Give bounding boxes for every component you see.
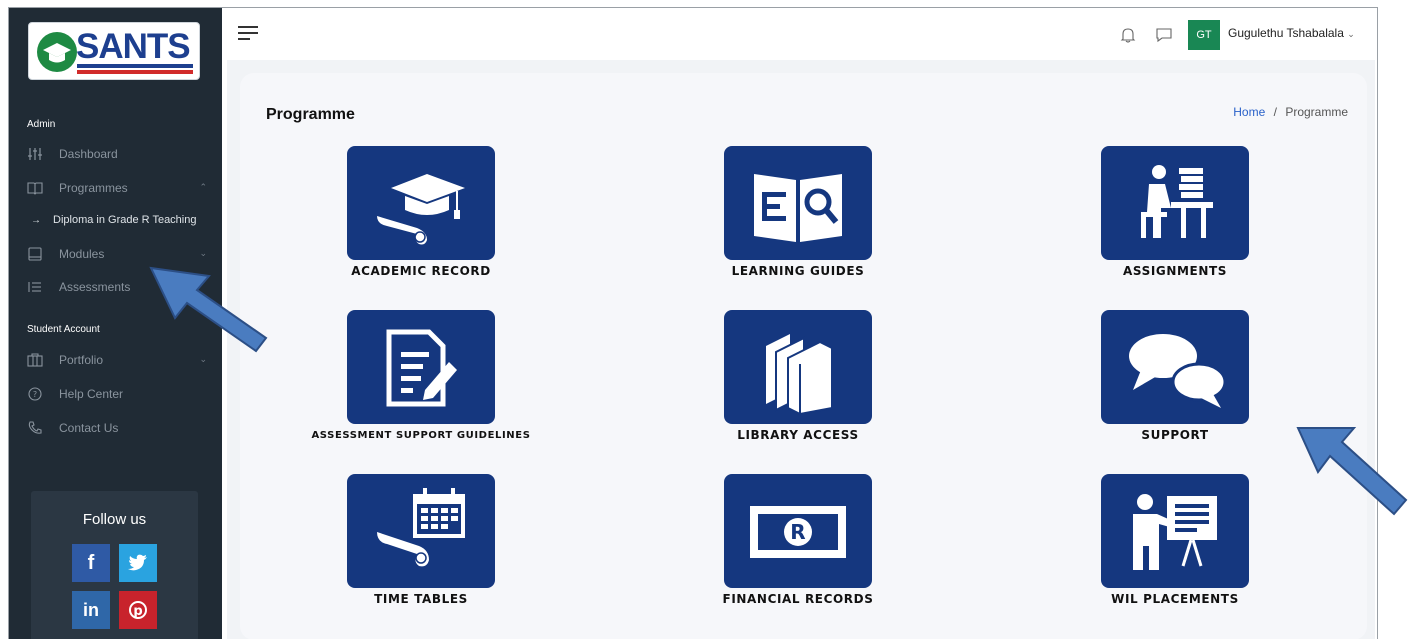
- tile-time-tables[interactable]: [347, 474, 495, 588]
- admin-section-title: Admin: [27, 119, 56, 130]
- tile-label-learning-guides[interactable]: LEARNING GUIDES: [668, 265, 928, 278]
- tile-library-access[interactable]: [724, 310, 872, 424]
- document-pen-icon: [386, 329, 457, 407]
- tile-support[interactable]: [1101, 310, 1249, 424]
- chevron-up-icon: ⌃: [199, 182, 207, 192]
- chat-bubbles-icon: [1129, 334, 1227, 408]
- avatar[interactable]: GT: [1188, 20, 1220, 50]
- logo-slogan: [77, 70, 193, 74]
- breadcrumb: Home / Programme: [1233, 105, 1348, 119]
- svg-text:p: p: [133, 604, 142, 619]
- tile-financial-records[interactable]: R: [724, 474, 872, 588]
- student-section-title: Student Account: [27, 324, 100, 335]
- twitter-icon[interactable]: [119, 544, 157, 582]
- page-title: Programme: [266, 106, 355, 123]
- sidebar-item-label: Assessments: [59, 280, 131, 294]
- menu-toggle-icon[interactable]: [238, 26, 258, 40]
- linkedin-icon[interactable]: in: [72, 591, 110, 629]
- svg-text:?: ?: [33, 390, 37, 399]
- tile-label-library-access[interactable]: LIBRARY ACCESS: [668, 429, 928, 442]
- breadcrumb-home-link[interactable]: Home: [1233, 105, 1265, 119]
- chevron-down-icon: ⌄: [199, 354, 207, 364]
- tile-assessment-support-guidelines[interactable]: [347, 310, 495, 424]
- user-name: Gugulethu Tshabalala: [1228, 26, 1344, 40]
- pinterest-icon[interactable]: p: [119, 591, 157, 629]
- book-search-icon: [754, 174, 842, 242]
- tile-learning-guides[interactable]: [724, 146, 872, 260]
- sidebar-item-label: Contact Us: [59, 421, 119, 435]
- tile-wil-placements[interactable]: [1101, 474, 1249, 588]
- bell-icon[interactable]: [1118, 25, 1138, 45]
- tile-label-wil-placements[interactable]: WIL PLACEMENTS: [1045, 593, 1305, 606]
- tile-label-financial-records[interactable]: FINANCIAL RECORDS: [668, 593, 928, 606]
- tile-assignments[interactable]: [1101, 146, 1249, 260]
- calendar-icon: [377, 488, 465, 567]
- books-icon: [766, 334, 833, 416]
- breadcrumb-separator: /: [1273, 105, 1277, 119]
- sliders-icon: [27, 147, 43, 161]
- facebook-icon[interactable]: f: [72, 544, 110, 582]
- tile-label-academic-record[interactable]: ACADEMIC RECORD: [291, 265, 551, 278]
- sidebar-item-label: Modules: [59, 247, 105, 261]
- presenter-icon: [1133, 494, 1217, 570]
- sidebar-item-dashboard[interactable]: Dashboard: [27, 142, 207, 166]
- topbar: GT Gugulethu Tshabalala ⌄: [222, 8, 1377, 60]
- sidebar-item-label: Dashboard: [59, 147, 118, 161]
- logo-mortarboard-icon: [37, 32, 77, 72]
- follow-us-panel: Follow us f in p: [31, 491, 198, 639]
- message-icon[interactable]: [1154, 25, 1174, 45]
- logo[interactable]: SANTS: [28, 22, 200, 80]
- sidebar-item-label: Help Center: [59, 387, 124, 401]
- chevron-down-icon: ⌄: [1347, 29, 1355, 39]
- logo-text: SANTS: [76, 27, 191, 66]
- arrow-right-icon: →: [31, 214, 41, 226]
- sidebar-subitem-label: Diploma in Grade R Teaching: [53, 214, 197, 226]
- callout-arrow-right: [1296, 427, 1408, 516]
- programme-card: Programme Home / Programme ACADEMIC RECO…: [240, 73, 1367, 639]
- follow-us-title: Follow us: [82, 511, 147, 528]
- sidebar-item-contact-us[interactable]: Contact Us: [27, 416, 207, 440]
- chevron-down-icon: ⌄: [199, 248, 207, 258]
- sidebar-subitem-diploma[interactable]: → Diploma in Grade R Teaching: [31, 214, 196, 226]
- tile-academic-record[interactable]: [347, 146, 495, 260]
- student-desk-icon: [1141, 165, 1213, 238]
- help-circle-icon: ?: [27, 387, 43, 401]
- svg-text:R: R: [790, 520, 805, 544]
- columns-icon: [27, 353, 43, 367]
- sidebar-item-help-center[interactable]: ? Help Center: [27, 382, 207, 406]
- sidebar-item-label: Portfolio: [59, 353, 104, 367]
- breadcrumb-current: Programme: [1285, 105, 1348, 119]
- sidebar-item-programmes[interactable]: Programmes ⌃: [27, 176, 207, 200]
- tile-label-assignments[interactable]: ASSIGNMENTS: [1045, 265, 1305, 278]
- sidebar-item-label: Programmes: [59, 181, 128, 195]
- graduation-cap-icon: [377, 174, 465, 245]
- list-icon: [27, 280, 43, 294]
- tile-label-support[interactable]: SUPPORT: [1045, 429, 1305, 442]
- callout-arrow-left: [149, 266, 268, 353]
- banknote-icon: R: [750, 506, 846, 558]
- open-book-icon: [27, 181, 43, 195]
- tile-label-time-tables[interactable]: TIME TABLES: [291, 593, 551, 606]
- tile-label-assessment-support-guidelines[interactable]: ASSESSMENT SUPPORT GUIDELINES: [291, 430, 551, 442]
- book-icon: [27, 247, 43, 261]
- user-menu[interactable]: Gugulethu Tshabalala ⌄: [1228, 26, 1355, 40]
- main-content: Programme Home / Programme ACADEMIC RECO…: [227, 60, 1375, 639]
- logo-tagline: [77, 64, 193, 68]
- phone-icon: [27, 421, 43, 435]
